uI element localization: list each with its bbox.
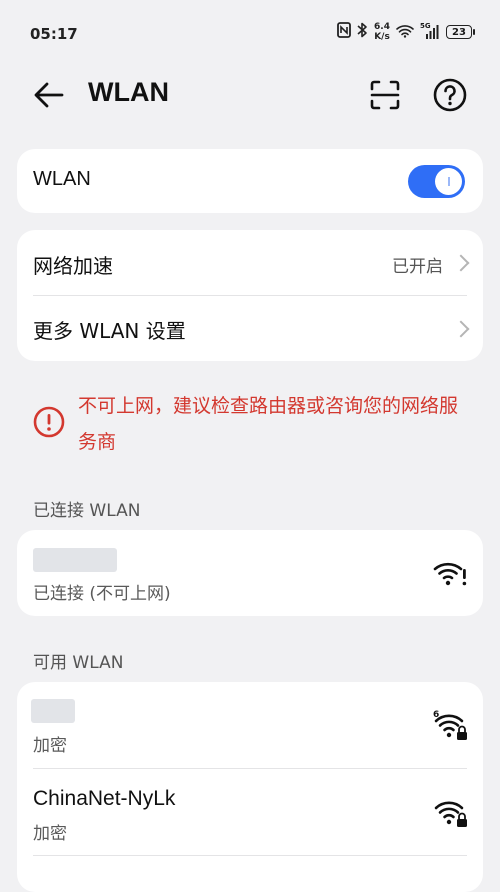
- available-networks-card: 加密 6 ChinaNet-NyLk 加密: [17, 682, 483, 892]
- battery-icon: 23: [446, 25, 475, 39]
- help-circle-icon: [433, 78, 467, 112]
- warning-text: 不可上网，建议检查路由器或咨询您的网络服务商: [78, 395, 459, 453]
- network-security-label: 加密: [33, 736, 67, 756]
- network-acceleration-value: 已开启: [392, 257, 443, 277]
- scan-button[interactable]: [366, 76, 404, 114]
- wifi-6-locked-icon: 6: [433, 710, 467, 740]
- wifi-locked-icon: [434, 801, 467, 827]
- more-wlan-settings-label: 更多 WLAN 设置: [33, 319, 186, 343]
- connected-section-title: 已连接 WLAN: [33, 501, 141, 521]
- status-bar: 05:17 6.4 K/s 5G 23: [0, 0, 500, 66]
- wlan-settings-card: 网络加速 已开启 更多 WLAN 设置: [17, 230, 483, 361]
- connected-status-text: 已连接 (不可上网): [33, 584, 171, 604]
- available-network-item[interactable]: ChinaNet-NyLk 加密: [17, 769, 483, 855]
- divider: [33, 855, 467, 856]
- wlan-toggle-switch[interactable]: [408, 165, 465, 198]
- status-time: 05:17: [30, 25, 78, 43]
- scan-qr-icon: [370, 80, 400, 110]
- network-acceleration-row[interactable]: 网络加速 已开启: [17, 230, 483, 295]
- connected-network-card[interactable]: 已连接 (不可上网): [17, 530, 483, 616]
- connected-ssid-redacted: [33, 548, 117, 572]
- warning-circle-icon: [33, 406, 65, 438]
- back-button[interactable]: [30, 76, 68, 114]
- help-button[interactable]: [431, 76, 469, 114]
- wifi-status-icon: [396, 23, 414, 42]
- arrow-left-icon: [34, 82, 64, 108]
- wifi-no-internet-icon: [433, 562, 467, 586]
- more-wlan-settings-row[interactable]: 更多 WLAN 设置: [17, 296, 483, 361]
- network-ssid-redacted: [31, 699, 75, 723]
- nfc-icon: [337, 22, 351, 42]
- bluetooth-icon: [357, 22, 368, 42]
- page-title: WLAN: [88, 77, 169, 107]
- wlan-toggle-label: WLAN: [33, 168, 91, 190]
- cellular-signal-icon: 5G: [420, 22, 440, 39]
- app-header: WLAN: [0, 66, 500, 122]
- status-icons: 6.4 K/s 5G 23: [337, 22, 475, 42]
- network-ssid: ChinaNet-NyLk: [33, 787, 176, 810]
- network-security-label: 加密: [33, 824, 67, 844]
- available-network-item[interactable]: 加密 6: [17, 682, 483, 768]
- available-section-title: 可用 WLAN: [33, 653, 124, 673]
- wlan-toggle-card: WLAN: [17, 149, 483, 213]
- toggle-knob: [435, 168, 462, 195]
- net-speed: 6.4 K/s: [374, 22, 390, 42]
